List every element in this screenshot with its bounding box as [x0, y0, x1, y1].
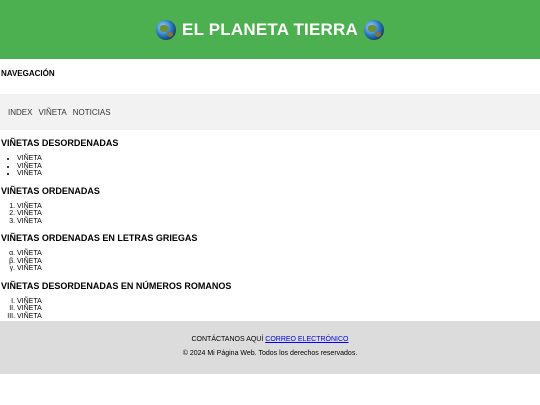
section-unordered: VIÑETAS DESORDENADAS VIÑETA VIÑETA VIÑET… [0, 138, 540, 178]
nav-bar: INDEX VIÑETA NOTICIAS [0, 94, 540, 130]
nav-link-noticias[interactable]: NOTICIAS [73, 108, 111, 117]
list-item: VIÑETA [17, 258, 540, 266]
list-item: VIÑETA [17, 305, 540, 313]
list-item: VIÑETA [17, 210, 540, 218]
main-content: VIÑETAS DESORDENADAS VIÑETA VIÑETA VIÑET… [0, 138, 540, 320]
list-item: VIÑETA [17, 265, 540, 273]
list-item: VIÑETA [17, 218, 540, 226]
list-item: VIÑETA [17, 298, 540, 306]
list-item: VIÑETA [17, 155, 540, 163]
site-title: EL PLANETA TIERRA [182, 19, 358, 39]
section-greek: VIÑETAS ORDENADAS EN LETRAS GRIEGAS VIÑE… [0, 233, 540, 273]
list-item: VIÑETA [17, 170, 540, 178]
globe-icon [363, 19, 384, 40]
site-footer: CONTÁCTANOS AQUÍ CORREO ELECTRÓNICO © 20… [0, 321, 540, 374]
roman-list: VIÑETA VIÑETA VIÑETA [0, 298, 540, 321]
contact-prefix: CONTÁCTANOS AQUÍ [191, 336, 264, 343]
section-title: VIÑETAS ORDENADAS EN LETRAS GRIEGAS [1, 233, 198, 243]
copyright-text: © 2024 Mi Página Web. Todos los derechos… [182, 350, 358, 357]
email-link[interactable]: CORREO ELECTRÓNICO [265, 336, 348, 343]
list-item: VIÑETA [17, 203, 540, 211]
section-title: VIÑETAS DESORDENADAS EN NÚMEROS ROMANOS [1, 280, 232, 291]
bullet-list: VIÑETA VIÑETA VIÑETA [0, 155, 540, 178]
list-item: VIÑETA [17, 313, 540, 321]
globe-icon [156, 19, 177, 40]
section-title: VIÑETAS DESORDENADAS [1, 138, 119, 148]
nav-link-vineta[interactable]: VIÑETA [38, 108, 66, 117]
nav-link-index[interactable]: INDEX [8, 108, 32, 117]
section-title: VIÑETAS ORDENADAS [1, 185, 100, 196]
nav-heading: NAVEGACIÓN [1, 69, 55, 78]
footer-contact: CONTÁCTANOS AQUÍ CORREO ELECTRÓNICO [0, 336, 540, 343]
section-ordered: VIÑETAS ORDENADAS VIÑETA VIÑETA VIÑETA [0, 186, 540, 226]
list-item: VIÑETA [17, 163, 540, 171]
numbered-list: VIÑETA VIÑETA VIÑETA [0, 203, 540, 226]
section-roman: VIÑETAS DESORDENADAS EN NÚMEROS ROMANOS … [0, 281, 540, 321]
greek-list: VIÑETA VIÑETA VIÑETA [0, 250, 540, 273]
site-header: EL PLANETA TIERRA [0, 0, 540, 59]
list-item: VIÑETA [17, 250, 540, 258]
